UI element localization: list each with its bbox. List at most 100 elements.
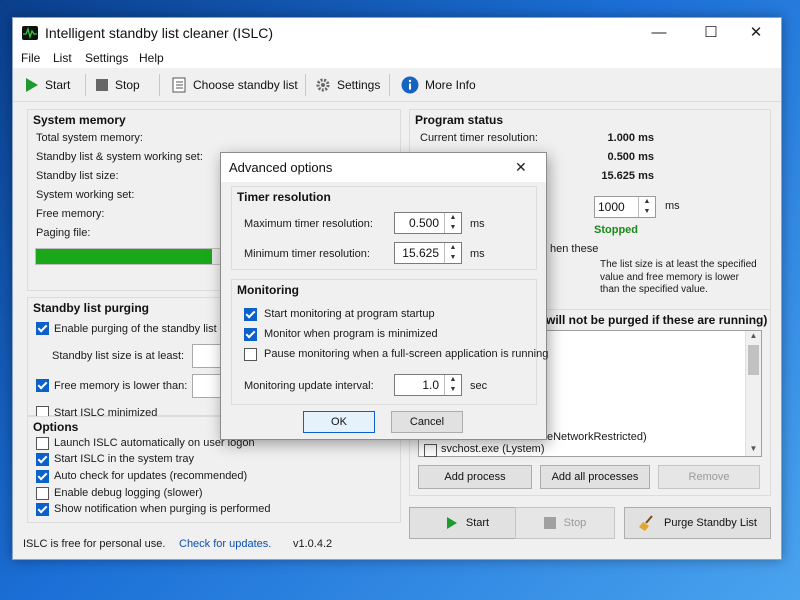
toolbar-settings-button[interactable]: Settings bbox=[315, 72, 380, 98]
max-resolution-unit: ms bbox=[470, 218, 485, 230]
update-interval-spinner[interactable]: 1.0 ▲ ▼ bbox=[394, 374, 462, 396]
spin-down-icon[interactable]: ▼ bbox=[444, 253, 461, 263]
memory-progress-bar bbox=[35, 248, 237, 265]
show-notification-checkbox[interactable] bbox=[36, 503, 49, 516]
purge-button-label: Purge Standby List bbox=[664, 517, 757, 529]
window-title: Intelligent standby list cleaner (ISLC) bbox=[45, 25, 273, 41]
toolbar-stop-label: Stop bbox=[115, 78, 140, 92]
stop-button[interactable]: Stop bbox=[515, 507, 615, 539]
add-all-processes-button[interactable]: Add all processes bbox=[540, 465, 650, 489]
polling-interval-spinner[interactable]: 1000 ▲ ▼ bbox=[594, 196, 656, 218]
enable-purging-checkbox[interactable] bbox=[36, 322, 49, 335]
spin-up-icon[interactable]: ▲ bbox=[444, 375, 461, 385]
current-timer-resolution-value: 1.000 ms bbox=[607, 132, 654, 144]
scroll-up-icon[interactable]: ▲ bbox=[746, 331, 761, 343]
pause-fullscreen-label: Pause monitoring when a full-screen appl… bbox=[264, 348, 549, 360]
toolbar-settings-label: Settings bbox=[337, 78, 381, 92]
min-resolution-label: Minimum timer resolution: bbox=[244, 248, 370, 260]
when-these-label: hen these bbox=[550, 243, 599, 255]
exclusion-list-scrollbar[interactable]: ▲ ▼ bbox=[745, 331, 761, 456]
min-resolution-unit: ms bbox=[470, 248, 485, 260]
close-button[interactable]: ✕ bbox=[733, 18, 779, 48]
toolbar-choose-standby-button[interactable]: Choose standby list bbox=[171, 72, 298, 98]
version-text: v1.0.4.2 bbox=[293, 538, 333, 550]
max-resolution-spinner[interactable]: 0.500 ▲ ▼ bbox=[394, 212, 462, 234]
memory-progress-fill bbox=[36, 249, 212, 264]
minimize-button[interactable]: — bbox=[636, 18, 682, 48]
spin-up-icon[interactable]: ▲ bbox=[444, 243, 461, 253]
start-button[interactable]: Start bbox=[409, 507, 526, 539]
system-working-set-label: System working set: bbox=[36, 189, 135, 201]
launch-on-logon-checkbox[interactable] bbox=[36, 437, 49, 450]
menu-help[interactable]: Help bbox=[139, 51, 164, 65]
info-icon bbox=[401, 76, 419, 94]
program-status-title: Program status bbox=[415, 113, 504, 127]
exclusion-item-checkbox[interactable] bbox=[424, 444, 437, 457]
exclusions-title: will not be purged if these are running) bbox=[546, 313, 768, 327]
debug-logging-checkbox[interactable] bbox=[36, 487, 49, 500]
auto-update-checkbox[interactable] bbox=[36, 470, 49, 483]
toolbar-separator bbox=[389, 74, 390, 96]
stop-icon bbox=[96, 79, 108, 91]
debug-logging-label: Enable debug logging (slower) bbox=[54, 487, 203, 499]
purge-condition-note: The list size is at least the specified … bbox=[600, 259, 757, 295]
max-resolution-value: 0.500 bbox=[408, 216, 439, 230]
menu-settings[interactable]: Settings bbox=[85, 51, 128, 65]
toolbar-start-button[interactable]: Start bbox=[25, 72, 70, 98]
spin-up-icon[interactable]: ▲ bbox=[638, 197, 655, 207]
play-icon bbox=[446, 517, 457, 529]
spin-up-icon[interactable]: ▲ bbox=[444, 213, 461, 223]
remove-button[interactable]: Remove bbox=[658, 465, 760, 489]
toolbar-more-info-label: More Info bbox=[425, 78, 476, 92]
maximize-button[interactable]: ☐ bbox=[688, 18, 734, 48]
pause-fullscreen-checkbox[interactable] bbox=[244, 348, 257, 361]
monitor-minimized-checkbox[interactable] bbox=[244, 328, 257, 341]
standby-and-working-set-label: Standby list & system working set: bbox=[36, 151, 203, 163]
add-process-button[interactable]: Add process bbox=[418, 465, 532, 489]
spin-down-icon[interactable]: ▼ bbox=[444, 385, 461, 395]
timer-resolution-title: Timer resolution bbox=[237, 190, 331, 204]
dialog-title-bar[interactable]: Advanced options ✕ bbox=[221, 153, 546, 182]
menu-bar: File List Settings Help bbox=[13, 48, 781, 68]
advanced-options-dialog: Advanced options ✕ Timer resolution Maxi… bbox=[220, 152, 548, 440]
menu-list[interactable]: List bbox=[53, 51, 72, 65]
scroll-down-icon[interactable]: ▼ bbox=[746, 444, 761, 456]
monitor-minimized-label: Monitor when program is minimized bbox=[264, 328, 438, 340]
paging-file-label: Paging file: bbox=[36, 227, 91, 239]
system-tray-label: Start ISLC in the system tray bbox=[54, 453, 194, 465]
options-title: Options bbox=[33, 420, 79, 434]
exclusion-item-svchost[interactable]: svchost.exe (Lystem) bbox=[441, 443, 545, 455]
timer-resolution-group: Timer resolution Maximum timer resolutio… bbox=[231, 186, 537, 270]
play-icon bbox=[26, 78, 38, 92]
purge-standby-list-button[interactable]: Purge Standby List bbox=[624, 507, 771, 539]
auto-update-label: Auto check for updates (recommended) bbox=[54, 470, 248, 482]
toolbar-stop-button[interactable]: Stop bbox=[95, 72, 140, 98]
system-tray-checkbox[interactable] bbox=[36, 453, 49, 466]
spin-down-icon[interactable]: ▼ bbox=[444, 223, 461, 233]
monitoring-group: Monitoring Start monitoring at program s… bbox=[231, 279, 548, 405]
spin-down-icon[interactable]: ▼ bbox=[638, 207, 655, 217]
free-memory-threshold-label: Free memory is lower than: bbox=[54, 380, 188, 392]
cancel-button[interactable]: Cancel bbox=[391, 411, 463, 433]
monitor-startup-checkbox[interactable] bbox=[244, 308, 257, 321]
title-bar[interactable]: Intelligent standby list cleaner (ISLC) … bbox=[13, 18, 781, 48]
max-timer-resolution-value: 0.500 ms bbox=[607, 151, 654, 163]
toolbar: Start Stop Choose standby list Settings … bbox=[13, 69, 781, 102]
system-memory-title: System memory bbox=[33, 113, 126, 127]
exclusion-item-partial[interactable]: eNetworkRestricted) bbox=[547, 431, 647, 443]
min-resolution-spinner[interactable]: 15.625 ▲ ▼ bbox=[394, 242, 462, 264]
ok-button[interactable]: OK bbox=[303, 411, 375, 433]
monitoring-title: Monitoring bbox=[237, 283, 299, 297]
toolbar-more-info-button[interactable]: More Info bbox=[401, 72, 476, 98]
stop-button-label: Stop bbox=[563, 517, 587, 529]
show-notification-label: Show notification when purging is perfor… bbox=[54, 503, 271, 515]
menu-file[interactable]: File bbox=[21, 51, 40, 65]
scrollbar-thumb[interactable] bbox=[748, 345, 759, 375]
total-memory-label: Total system memory: bbox=[36, 132, 143, 144]
free-memory-checkbox[interactable] bbox=[36, 379, 49, 392]
dialog-close-button[interactable]: ✕ bbox=[515, 159, 527, 176]
monitor-startup-label: Start monitoring at program startup bbox=[264, 308, 435, 320]
broom-icon bbox=[639, 515, 653, 531]
current-timer-resolution-label: Current timer resolution: bbox=[420, 132, 538, 144]
check-updates-link[interactable]: Check for updates. bbox=[179, 538, 271, 550]
